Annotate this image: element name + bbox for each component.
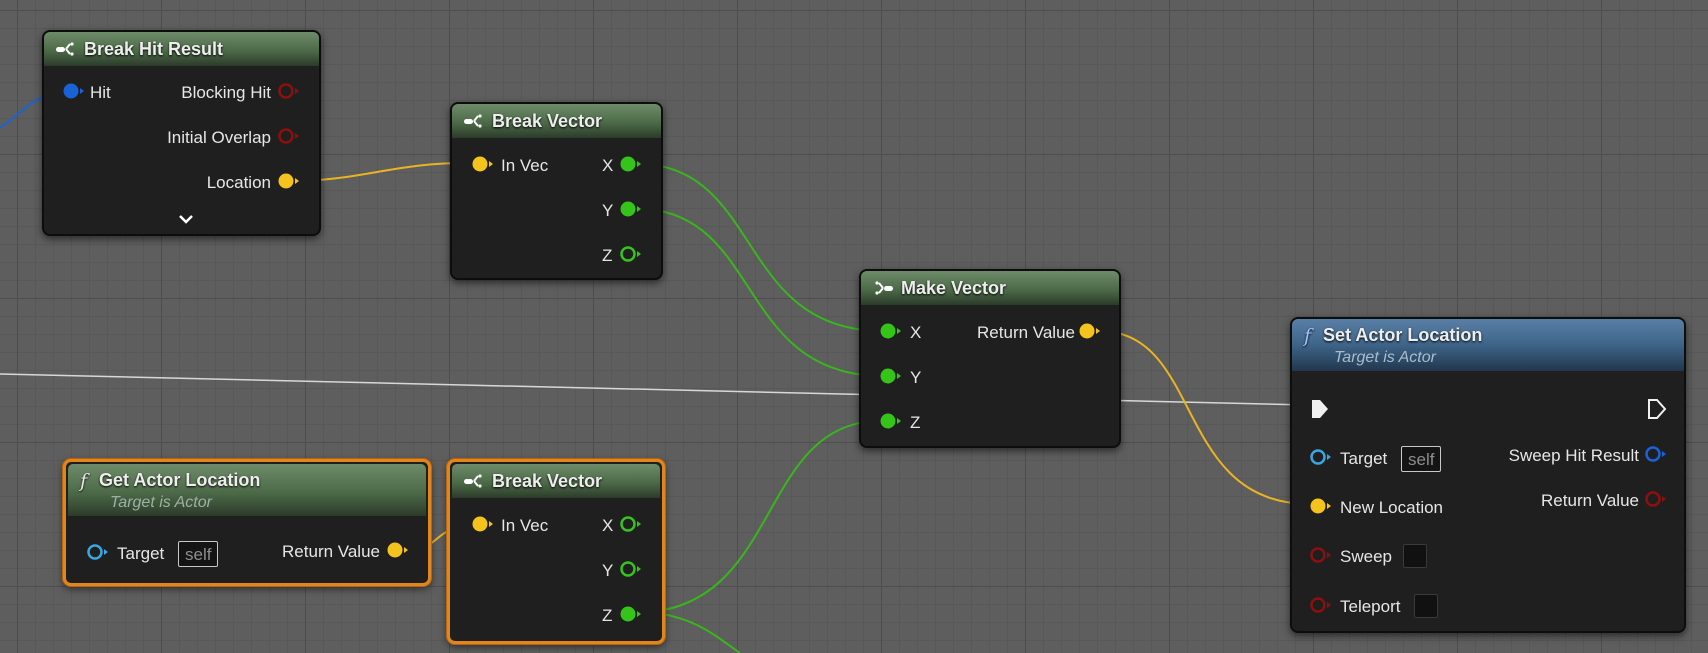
z-pin[interactable] xyxy=(619,245,641,263)
break-vector-node-top[interactable]: Break Vector In Vec X Y Z xyxy=(450,102,663,280)
z-pin[interactable] xyxy=(879,412,901,430)
return-value-pin[interactable] xyxy=(386,541,408,559)
in-vec-label: In Vec xyxy=(501,156,549,175)
location-label: Location xyxy=(206,173,271,192)
break-struct-icon xyxy=(464,114,482,128)
break-struct-icon xyxy=(464,474,482,488)
node-subtitle: Target is Actor xyxy=(110,494,212,511)
node-title: Break Vector xyxy=(492,110,603,131)
node-header[interactable]: Break Vector xyxy=(452,464,660,498)
new-location-label: New Location xyxy=(1340,498,1444,517)
node-header[interactable]: f Get Actor Location Target is Actor xyxy=(68,464,426,516)
sweep-hit-result-pin[interactable] xyxy=(1644,445,1666,463)
x-pin[interactable] xyxy=(619,155,641,173)
y-pin[interactable] xyxy=(619,200,641,218)
return-value-label: Return Value xyxy=(1541,491,1639,510)
z-pin[interactable] xyxy=(619,605,641,623)
y-label: Y xyxy=(602,201,614,220)
in-vec-label: In Vec xyxy=(501,516,549,535)
y-pin[interactable] xyxy=(879,367,901,385)
y-pin[interactable] xyxy=(619,560,641,578)
hit-label: Hit xyxy=(90,83,111,102)
target-label: Target xyxy=(1340,449,1388,468)
z-label: Z xyxy=(602,246,613,265)
function-icon: f xyxy=(1304,325,1312,347)
node-title: Make Vector xyxy=(901,277,1007,298)
break-struct-icon xyxy=(56,42,74,56)
get-actor-location-node[interactable]: f Get Actor Location Target is Actor Tar… xyxy=(63,459,431,586)
sweep-hit-result-label: Sweep Hit Result xyxy=(1508,446,1639,465)
node-title: Set Actor Location xyxy=(1323,325,1483,345)
wire-y-to-y xyxy=(647,208,877,377)
node-title: Break Hit Result xyxy=(84,38,224,59)
sweep-checkbox[interactable] xyxy=(1403,544,1427,568)
node-header[interactable]: Make Vector xyxy=(861,271,1119,305)
x-label: X xyxy=(910,323,922,342)
location-pin[interactable] xyxy=(277,172,299,190)
return-value-label: Return Value xyxy=(977,323,1075,342)
make-struct-icon xyxy=(875,281,893,295)
return-value-pin[interactable] xyxy=(1078,322,1100,340)
set-actor-location-node[interactable]: f Set Actor Location Target is Actor Tar… xyxy=(1290,317,1686,633)
new-location-pin[interactable] xyxy=(1309,497,1331,515)
y-label: Y xyxy=(910,368,922,387)
wire-x-to-x xyxy=(647,163,877,332)
target-label: Target xyxy=(117,544,165,563)
node-subtitle: Target is Actor xyxy=(1334,349,1436,366)
make-vector-node[interactable]: Make Vector X Y Z Return Value xyxy=(859,269,1121,448)
initial-overlap-label: Initial Overlap xyxy=(167,128,271,147)
blocking-hit-pin[interactable] xyxy=(277,82,299,100)
z-label: Z xyxy=(910,413,921,432)
node-header[interactable]: Break Vector xyxy=(452,104,661,138)
wire-z-to-z xyxy=(649,420,877,613)
sweep-pin[interactable] xyxy=(1309,546,1331,564)
y-label: Y xyxy=(602,561,614,580)
chevron-down-icon[interactable] xyxy=(176,212,196,226)
teleport-checkbox[interactable] xyxy=(1414,594,1438,618)
in-vec-pin[interactable] xyxy=(471,515,493,533)
z-label: Z xyxy=(602,606,613,625)
return-value-label: Return Value xyxy=(282,542,380,561)
target-pin[interactable] xyxy=(86,543,108,561)
node-header[interactable]: f Set Actor Location Target is Actor xyxy=(1292,319,1684,371)
break-vector-node-bottom[interactable]: Break Vector In Vec X Y Z xyxy=(447,459,665,644)
return-value-pin[interactable] xyxy=(1644,490,1666,508)
node-title: Get Actor Location xyxy=(99,470,261,490)
node-header[interactable]: Break Hit Result xyxy=(44,32,319,66)
x-pin[interactable] xyxy=(879,322,901,340)
node-title: Break Vector xyxy=(492,470,603,491)
in-vec-pin[interactable] xyxy=(471,155,493,173)
target-self-field[interactable]: self xyxy=(178,541,219,567)
wire-return-to-newlocation xyxy=(1111,331,1306,505)
exec-out-pin[interactable] xyxy=(1646,397,1668,421)
target-pin[interactable] xyxy=(1309,448,1331,466)
exec-in-pin[interactable] xyxy=(1309,397,1331,421)
hit-pin[interactable] xyxy=(62,82,84,100)
target-self-field[interactable]: self xyxy=(1401,446,1442,472)
break-hit-result-node[interactable]: Break Hit Result Hit Blocking Hit Initia… xyxy=(42,30,321,236)
blocking-hit-label: Blocking Hit xyxy=(181,83,271,102)
x-pin[interactable] xyxy=(619,515,641,533)
teleport-label: Teleport xyxy=(1340,597,1401,616)
sweep-label: Sweep xyxy=(1340,547,1392,566)
x-label: X xyxy=(602,516,614,535)
wire-location-to-invec xyxy=(303,161,473,182)
x-label: X xyxy=(602,156,614,175)
initial-overlap-pin[interactable] xyxy=(277,127,299,145)
teleport-pin[interactable] xyxy=(1309,596,1331,614)
function-icon: f xyxy=(80,470,88,492)
